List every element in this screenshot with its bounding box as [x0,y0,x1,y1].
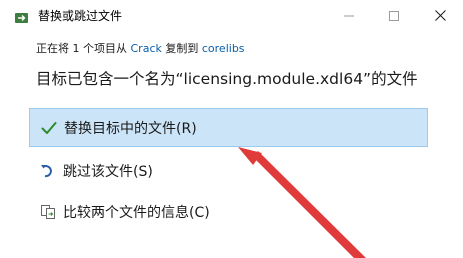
copy-info-prefix: 正在将 1 个项目从 [36,42,127,55]
close-icon [434,10,446,21]
compare-option-label: 比较两个文件的信息(C) [63,204,210,221]
maximize-button[interactable] [371,0,417,31]
dialog-content: 正在将 1 个项目从 Crack 复制到 corelibs 目标已包含一个名为“… [0,31,463,258]
compare-files-icon [39,203,57,221]
copy-folder-icon [15,9,28,23]
destination-folder-link[interactable]: corelibs [202,42,245,55]
maximize-icon [389,10,399,21]
minimize-icon [344,15,354,16]
skip-arrow-icon [39,162,57,180]
skip-option-label: 跳过该文件(S) [63,163,153,180]
checkmark-icon [40,119,58,137]
close-button[interactable] [417,0,463,31]
conflict-heading: 目标已包含一个名为“licensing.module.xdl64”的文件 [36,70,418,88]
minimize-button[interactable] [326,0,372,31]
compare-option[interactable]: 比较两个文件的信息(C) [29,192,428,231]
window-title: 替换或跳过文件 [38,9,123,23]
copy-info: 正在将 1 个项目从 Crack 复制到 corelibs [36,41,245,57]
replace-option-label: 替换目标中的文件(R) [64,120,197,137]
copy-info-middle: 复制到 [165,42,199,55]
skip-option[interactable]: 跳过该文件(S) [29,151,428,190]
source-folder-link[interactable]: Crack [131,42,162,55]
replace-or-skip-dialog: 替换或跳过文件 正在将 1 个项目从 Crack 复制到 corelibs 目标… [0,0,463,258]
replace-option[interactable]: 替换目标中的文件(R) [29,108,428,147]
title-bar[interactable]: 替换或跳过文件 [0,0,463,31]
